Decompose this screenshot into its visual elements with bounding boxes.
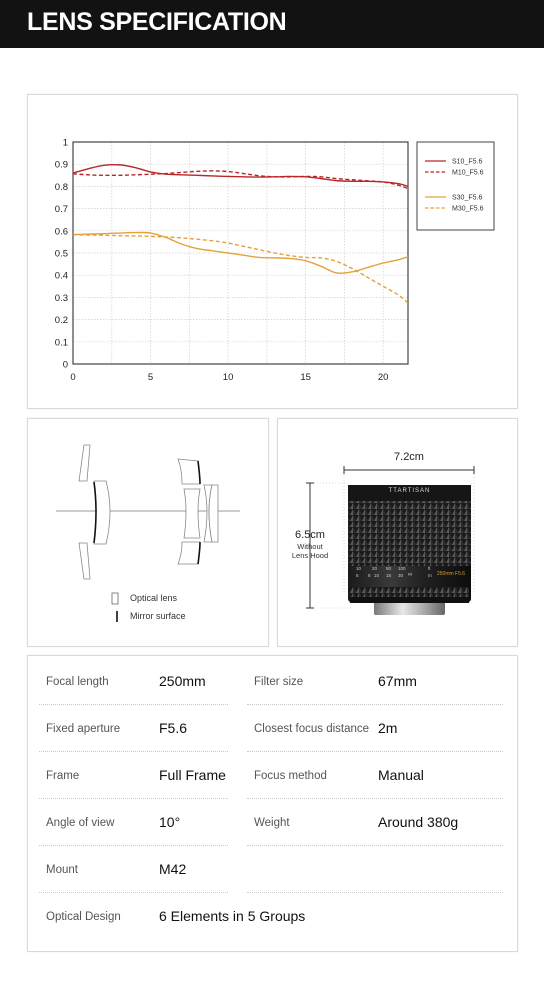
legend-optical-lens-label: Optical lens — [130, 593, 178, 603]
mtf-chart: 00.10.20.30.40.50.60.70.80.910 5 10 15 20 S1… — [55, 138, 495, 383]
height-note-line2: Lens Hood — [291, 551, 329, 560]
spec-value: Full Frame — [159, 767, 226, 783]
y-tick-label: 0.9 — [55, 160, 68, 171]
spec-label: Angle of view — [46, 817, 115, 829]
spec-value: M42 — [159, 861, 187, 877]
y-tick-label: 0.3 — [55, 293, 68, 304]
spec-row: Focal length 250mm Filter size 67mm — [28, 656, 517, 702]
x-tick-label: 0 — [70, 372, 75, 383]
corrector-lens-lower — [78, 542, 91, 580]
series-line-m10-f5-6 — [72, 170, 409, 190]
scale-m-bottom: 10 — [374, 573, 380, 578]
legend-label: S10_F5.6 — [452, 159, 482, 166]
corrector-lens-upper — [78, 444, 91, 482]
page-title: LENS SPECIFICATION — [27, 8, 287, 36]
scale-m-bottom: 15 — [386, 573, 392, 578]
spec-row: Mount M42 — [28, 844, 517, 890]
spec-label: Focus method — [254, 770, 327, 782]
spec-label: Closest focus distance — [254, 723, 370, 735]
spec-row: Frame Full Frame Focus method Manual — [28, 750, 517, 796]
spec-value: F5.6 — [159, 720, 188, 736]
central-lens — [183, 488, 201, 539]
page-header: LENS SPECIFICATION — [0, 0, 544, 48]
primary-mirror-lower — [177, 541, 201, 565]
distance-scale: 10 20 50 100 5 8 10 15 30 ∞ — [354, 566, 430, 586]
y-tick-label: 0.6 — [55, 226, 68, 237]
y-tick-label: 0.2 — [55, 315, 68, 326]
spec-label: Weight — [254, 817, 290, 829]
height-note-line1: Without — [297, 542, 323, 551]
unit-m: m — [428, 573, 432, 578]
chart-legend: S10_F5.6 M10_F5.6 S30_F5.6 M30_F5.6 — [416, 141, 495, 231]
x-tick-label: 5 — [148, 372, 153, 383]
y-tick-label: 0.5 — [55, 249, 68, 260]
spec-label: Optical Design — [46, 911, 121, 923]
lens-marking: 250mm F5.6 — [437, 571, 466, 577]
scale-ft-top: 50 — [386, 566, 392, 571]
x-tick-label: 20 — [378, 372, 389, 383]
series-line-s10-f5-6 — [72, 163, 409, 188]
y-tick-label: 0.1 — [55, 337, 68, 348]
scale-m-bottom: 30 — [398, 573, 404, 578]
chart-axes: 00.10.20.30.40.50.60.70.80.910 5 10 15 20 — [55, 138, 409, 383]
optical-diagram-panel: Optical lens Mirror surface — [27, 418, 269, 647]
legend-label: S30_F5.6 — [452, 195, 482, 202]
lens-brand-label: TTARTISAN — [388, 488, 431, 494]
spec-value: 6 Elements in 5 Groups — [159, 908, 306, 924]
spec-value: 250mm — [159, 673, 206, 689]
height-label: 6.5cm — [295, 529, 325, 541]
x-tick-label: 10 — [223, 372, 234, 383]
unit-ft: ft — [428, 566, 431, 571]
y-tick-label: 0 — [63, 360, 68, 371]
primary-mirror-upper — [177, 458, 201, 485]
series-line-s30-f5-6 — [72, 231, 409, 275]
spec-label: Filter size — [254, 676, 304, 688]
rear-lens-b — [208, 484, 219, 543]
scale-ft-top: 100 — [398, 566, 406, 571]
product-dimension-panel: 7.2cm 6.5cm Without Lens Hood TTARTISAN … — [277, 418, 518, 647]
scale-m-bottom: ∞ — [408, 572, 413, 578]
y-tick-label: 1 — [63, 138, 68, 149]
spec-value: 67mm — [378, 673, 417, 689]
spec-label: Mount — [46, 864, 78, 876]
optical-lens-legend-icon — [111, 592, 119, 605]
width-label: 7.2cm — [394, 451, 424, 463]
lens-product-image — [348, 485, 471, 615]
spec-value: 2m — [378, 720, 398, 736]
y-tick-label: 0.8 — [55, 182, 68, 193]
spec-label: Fixed aperture — [46, 723, 121, 735]
spec-row: Fixed aperture F5.6 Closest focus distan… — [28, 703, 517, 749]
chart-series — [72, 163, 409, 304]
mtf-chart-panel: 0 0.1 0.2 0.3 0.4 0.5 0.6 0.7 0.8 0.9 1 0 5 10 15 20 S1… — [27, 94, 518, 409]
legend-label: M10_F5.6 — [452, 170, 484, 177]
spec-value: Around 380g — [378, 814, 459, 830]
spec-row: Optical Design 6 Elements in 5 Groups — [28, 891, 517, 937]
spec-value: Manual — [378, 767, 424, 783]
x-tick-label: 15 — [300, 372, 311, 383]
y-tick-label: 0.7 — [55, 204, 68, 215]
scale-ft-top: 10 — [356, 566, 362, 571]
y-tick-label: 0.4 — [55, 271, 68, 282]
mirror-surface-line — [93, 481, 97, 544]
scale-m-bottom: 5 — [356, 573, 359, 578]
plot-frame — [72, 141, 409, 365]
chart-grid — [73, 142, 408, 364]
scale-m-bottom: 8 — [368, 573, 371, 578]
scale-ft-top: 20 — [372, 566, 378, 571]
spec-label: Focal length — [46, 676, 109, 688]
spec-row: Angle of view 10° Weight Around 380g — [28, 797, 517, 843]
focus-ring-knurl — [348, 501, 471, 566]
spec-value: 10° — [159, 814, 181, 830]
spec-label: Frame — [46, 770, 80, 782]
legend-mirror-surface-label: Mirror surface — [130, 611, 186, 621]
series-line-m30-f5-6 — [72, 234, 409, 304]
spec-table: Focal length 250mm Filter size 67mm Fixe… — [27, 655, 518, 952]
legend-label: M30_F5.6 — [452, 206, 484, 213]
